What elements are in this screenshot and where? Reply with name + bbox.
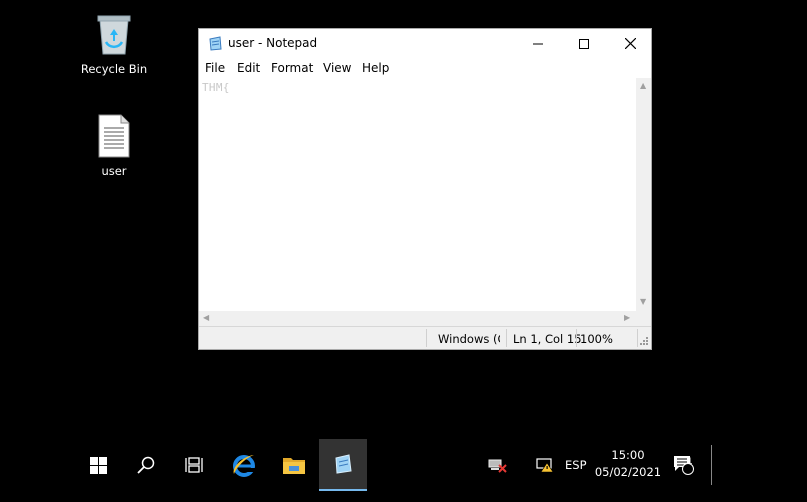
- notification-count-badge: 1: [687, 457, 693, 467]
- recycle-bin-desktop-icon[interactable]: Recycle Bin: [74, 12, 154, 76]
- user-file-label: user: [101, 164, 127, 178]
- notepad-icon: [335, 454, 352, 474]
- scroll-left-icon[interactable]: ◀: [203, 314, 209, 322]
- window-title: user - Notepad: [228, 36, 318, 50]
- file-explorer-icon: [283, 458, 305, 474]
- vertical-scrollbar[interactable]: ▲ ▼: [636, 78, 651, 311]
- user-file-desktop-icon[interactable]: user: [74, 114, 154, 178]
- notepad-window[interactable]: user - Notepad File Edit Format View Hel…: [198, 28, 652, 350]
- menu-view[interactable]: View: [323, 61, 351, 75]
- menu-format[interactable]: Format: [271, 61, 313, 75]
- internet-explorer-icon: [233, 455, 255, 477]
- network-error-icon: [488, 459, 507, 473]
- scroll-down-icon[interactable]: ▼: [640, 298, 646, 306]
- maximize-button[interactable]: [561, 29, 607, 58]
- clock[interactable]: 15:00 05/02/2021: [592, 447, 664, 481]
- status-bar: Windows (C Ln 1, Col 15 100%: [199, 326, 651, 349]
- menu-help[interactable]: Help: [362, 61, 389, 75]
- action-center-button[interactable]: 1: [668, 439, 700, 491]
- minimize-button[interactable]: [515, 29, 561, 58]
- search-icon: [137, 456, 155, 474]
- start-button[interactable]: [74, 439, 122, 491]
- language-indicator[interactable]: ESP: [565, 458, 587, 472]
- status-encoding: Windows (C: [438, 332, 500, 346]
- search-button[interactable]: [122, 439, 170, 491]
- text-editor[interactable]: THM{: [199, 78, 636, 311]
- status-separator: [637, 329, 638, 347]
- menu-edit[interactable]: Edit: [237, 61, 260, 75]
- menu-bar: File Edit Format View Help: [199, 58, 651, 78]
- text-file-icon: [98, 114, 130, 158]
- clock-time: 15:00: [611, 448, 645, 462]
- resize-grip-icon[interactable]: [640, 337, 649, 346]
- title-bar[interactable]: user - Notepad: [199, 29, 651, 58]
- recycle-bin-icon: [97, 15, 131, 55]
- action-tray-button[interactable]: [531, 439, 561, 491]
- status-separator: [426, 329, 427, 347]
- scroll-corner: [636, 311, 651, 326]
- task-view-button[interactable]: [170, 439, 218, 491]
- minimize-icon: [533, 43, 543, 44]
- status-cursor-position: Ln 1, Col 15: [513, 332, 582, 346]
- network-tray-button[interactable]: [482, 439, 512, 491]
- scroll-up-icon[interactable]: ▲: [640, 82, 646, 90]
- scroll-right-icon[interactable]: ▶: [624, 314, 630, 322]
- task-view-icon: [185, 457, 203, 473]
- maximize-icon: [579, 38, 589, 49]
- internet-explorer-taskbar-button[interactable]: [220, 439, 268, 491]
- notepad-app-icon: [208, 36, 223, 54]
- notepad-taskbar-button[interactable]: [319, 439, 367, 491]
- clock-date: 05/02/2021: [594, 465, 662, 479]
- status-separator: [506, 329, 507, 347]
- show-desktop-divider[interactable]: [711, 445, 712, 485]
- warning-flag-icon: [536, 458, 554, 473]
- horizontal-scrollbar[interactable]: ◀ ▶: [199, 311, 636, 326]
- taskbar: ESP 15:00 05/02/2021 1: [0, 439, 807, 491]
- status-separator: [576, 329, 577, 347]
- windows-start-icon: [89, 456, 107, 474]
- close-button[interactable]: [607, 29, 653, 58]
- menu-file[interactable]: File: [205, 61, 225, 75]
- editor-content: THM{: [202, 81, 230, 94]
- close-icon: [624, 38, 636, 49]
- status-zoom: 100%: [580, 332, 613, 346]
- recycle-bin-label: Recycle Bin: [80, 62, 148, 76]
- file-explorer-taskbar-button[interactable]: [270, 439, 318, 491]
